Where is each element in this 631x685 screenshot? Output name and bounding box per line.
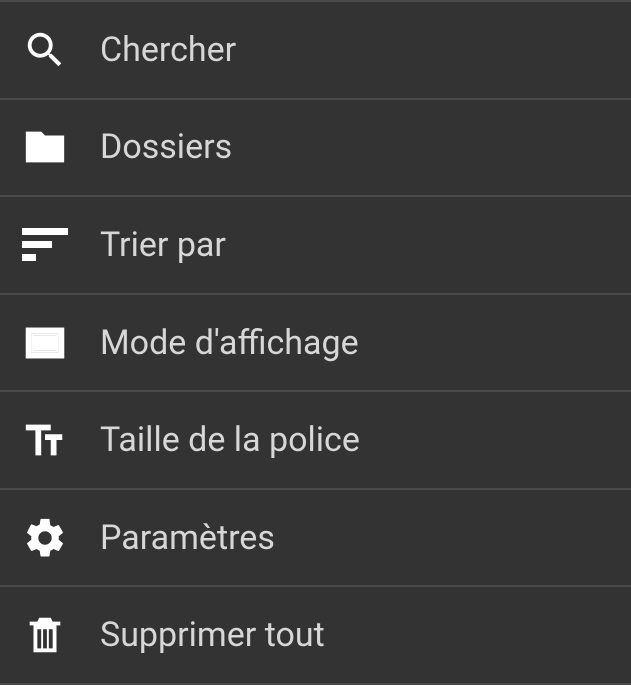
trash-icon (22, 612, 100, 658)
menu-item-font-size[interactable]: Taille de la police (0, 392, 631, 490)
menu-item-label: Supprimer tout (100, 615, 325, 655)
menu-item-display-mode[interactable]: Mode d'affichage (0, 295, 631, 393)
menu-item-sort[interactable]: Trier par (0, 197, 631, 295)
menu-item-settings[interactable]: Paramètres (0, 490, 631, 588)
menu-item-label: Taille de la police (100, 420, 360, 460)
options-menu: Chercher Dossiers Trier par Mode d'affic… (0, 0, 631, 685)
font-size-icon (22, 417, 100, 463)
display-mode-icon (22, 320, 100, 366)
menu-item-search[interactable]: Chercher (0, 0, 631, 100)
menu-item-label: Chercher (100, 30, 236, 70)
menu-item-label: Trier par (100, 225, 226, 265)
sort-icon (22, 222, 100, 268)
menu-item-folders[interactable]: Dossiers (0, 100, 631, 198)
menu-item-delete-all[interactable]: Supprimer tout (0, 587, 631, 685)
folder-icon (22, 124, 100, 170)
menu-item-label: Mode d'affichage (100, 323, 359, 363)
search-icon (22, 27, 100, 73)
menu-item-label: Dossiers (100, 127, 232, 167)
gear-icon (22, 515, 100, 561)
menu-item-label: Paramètres (100, 518, 275, 558)
